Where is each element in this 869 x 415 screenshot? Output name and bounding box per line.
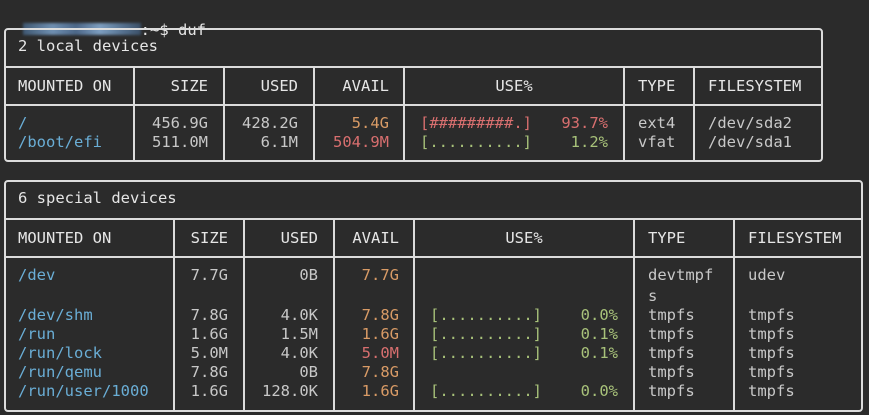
header-avail: AVAIL	[342, 77, 389, 95]
table-row-filesystem: tmpfs	[748, 344, 795, 362]
table-row-size: 456.9G	[152, 114, 208, 132]
table-row-avail: 7.8G	[361, 306, 399, 324]
table-row-avail: 1.6G	[361, 325, 399, 343]
table-row-usage-bar: [..........]	[430, 382, 542, 400]
table-row-filesystem: tmpfs	[748, 306, 795, 324]
table-row-filesystem: /dev/sda1	[708, 133, 792, 151]
table-row-usage-bar: [..........]	[420, 133, 532, 151]
table-row-filesystem: udev	[748, 266, 786, 284]
table-row-mount: /run/lock	[18, 344, 102, 362]
table-row-usage-percent: 0.1%	[580, 325, 618, 343]
table-row-type: ext4	[638, 114, 676, 132]
local-devices-table: 2 local devices MOUNTED ON SIZE USED AVA…	[4, 28, 823, 162]
table-row-avail: 5.4G	[351, 114, 389, 132]
table-row-usage-percent: 0.0%	[580, 306, 618, 324]
header-avail: AVAIL	[352, 229, 399, 247]
header-mounted-on: MOUNTED ON	[18, 229, 112, 247]
table-row-size: 511.0M	[152, 133, 208, 151]
table-row-type: devtmpf	[648, 266, 714, 284]
table-row-type: tmpfs	[648, 306, 695, 324]
table-row-filesystem: tmpfs	[748, 382, 795, 400]
header-used: USED	[280, 229, 318, 247]
table-row-used: 428.2G	[242, 114, 298, 132]
table-row-type: tmpfs	[648, 344, 695, 362]
table-row-mount: /	[18, 114, 28, 132]
table-row-mount: /run	[18, 325, 56, 343]
table-row-mount: /dev/shm	[18, 306, 93, 324]
table-row-size: 7.8G	[190, 363, 228, 381]
table-row-type-wrap: s	[648, 287, 658, 305]
table-row-used: 1.5M	[280, 325, 318, 343]
header-filesystem: FILESYSTEM	[708, 77, 802, 95]
table-row-usage-bar: [..........]	[430, 344, 542, 362]
table-row-avail: 1.6G	[361, 382, 399, 400]
header-size: SIZE	[190, 229, 228, 247]
table-row-used: 0B	[299, 266, 318, 284]
header-use-percent: USE%	[495, 77, 533, 95]
header-filesystem: FILESYSTEM	[748, 229, 842, 247]
table-row-avail: 7.8G	[361, 363, 399, 381]
table-row-size: 7.8G	[190, 306, 228, 324]
special-devices-title: 6 special devices	[18, 189, 177, 207]
header-size: SIZE	[170, 77, 208, 95]
table-row-avail: 504.9M	[333, 133, 389, 151]
table-row-type: tmpfs	[648, 382, 695, 400]
table-row-used: 0B	[299, 363, 318, 381]
table-row-used: 128.0K	[262, 382, 318, 400]
table-row-usage-percent: 93.7%	[561, 114, 608, 132]
table-row-filesystem: tmpfs	[748, 325, 795, 343]
table-row-mount: /dev	[18, 266, 56, 284]
table-row-used: 4.0K	[280, 344, 318, 362]
table-row-usage-bar: [..........]	[430, 325, 542, 343]
header-mounted-on: MOUNTED ON	[18, 77, 112, 95]
local-devices-title: 2 local devices	[18, 37, 158, 55]
special-devices-table: 6 special devices MOUNTED ON SIZE USED A…	[4, 180, 863, 412]
header-used: USED	[260, 77, 298, 95]
table-row-filesystem: tmpfs	[748, 363, 795, 381]
table-row-type: vfat	[638, 133, 676, 151]
header-type: TYPE	[638, 77, 676, 95]
table-row-avail: 5.0M	[361, 344, 399, 362]
header-use-percent: USE%	[505, 229, 543, 247]
table-row-size: 1.6G	[190, 325, 228, 343]
table-row-usage-percent: 1.2%	[570, 133, 608, 151]
table-row-mount: /run/qemu	[18, 363, 102, 381]
table-row-avail: 7.7G	[361, 266, 399, 284]
table-row-usage-bar: [#########.]	[420, 114, 532, 132]
table-row-mount: /boot/efi	[18, 133, 102, 151]
table-row-size: 7.7G	[190, 266, 228, 284]
terminal-prompt: :~$ duf	[4, 0, 206, 39]
header-type: TYPE	[648, 229, 686, 247]
table-row-used: 4.0K	[280, 306, 318, 324]
table-row-usage-percent: 0.1%	[580, 344, 618, 362]
table-row-filesystem: /dev/sda2	[708, 114, 792, 132]
table-row-used: 6.1M	[260, 133, 298, 151]
table-row-usage-percent: 0.0%	[580, 382, 618, 400]
table-row-type: tmpfs	[648, 325, 695, 343]
table-row-type: tmpfs	[648, 363, 695, 381]
table-row-size: 5.0M	[190, 344, 228, 362]
table-row-mount: /run/user/1000	[18, 382, 149, 400]
table-row-usage-bar: [..........]	[430, 306, 542, 324]
table-row-size: 1.6G	[190, 382, 228, 400]
